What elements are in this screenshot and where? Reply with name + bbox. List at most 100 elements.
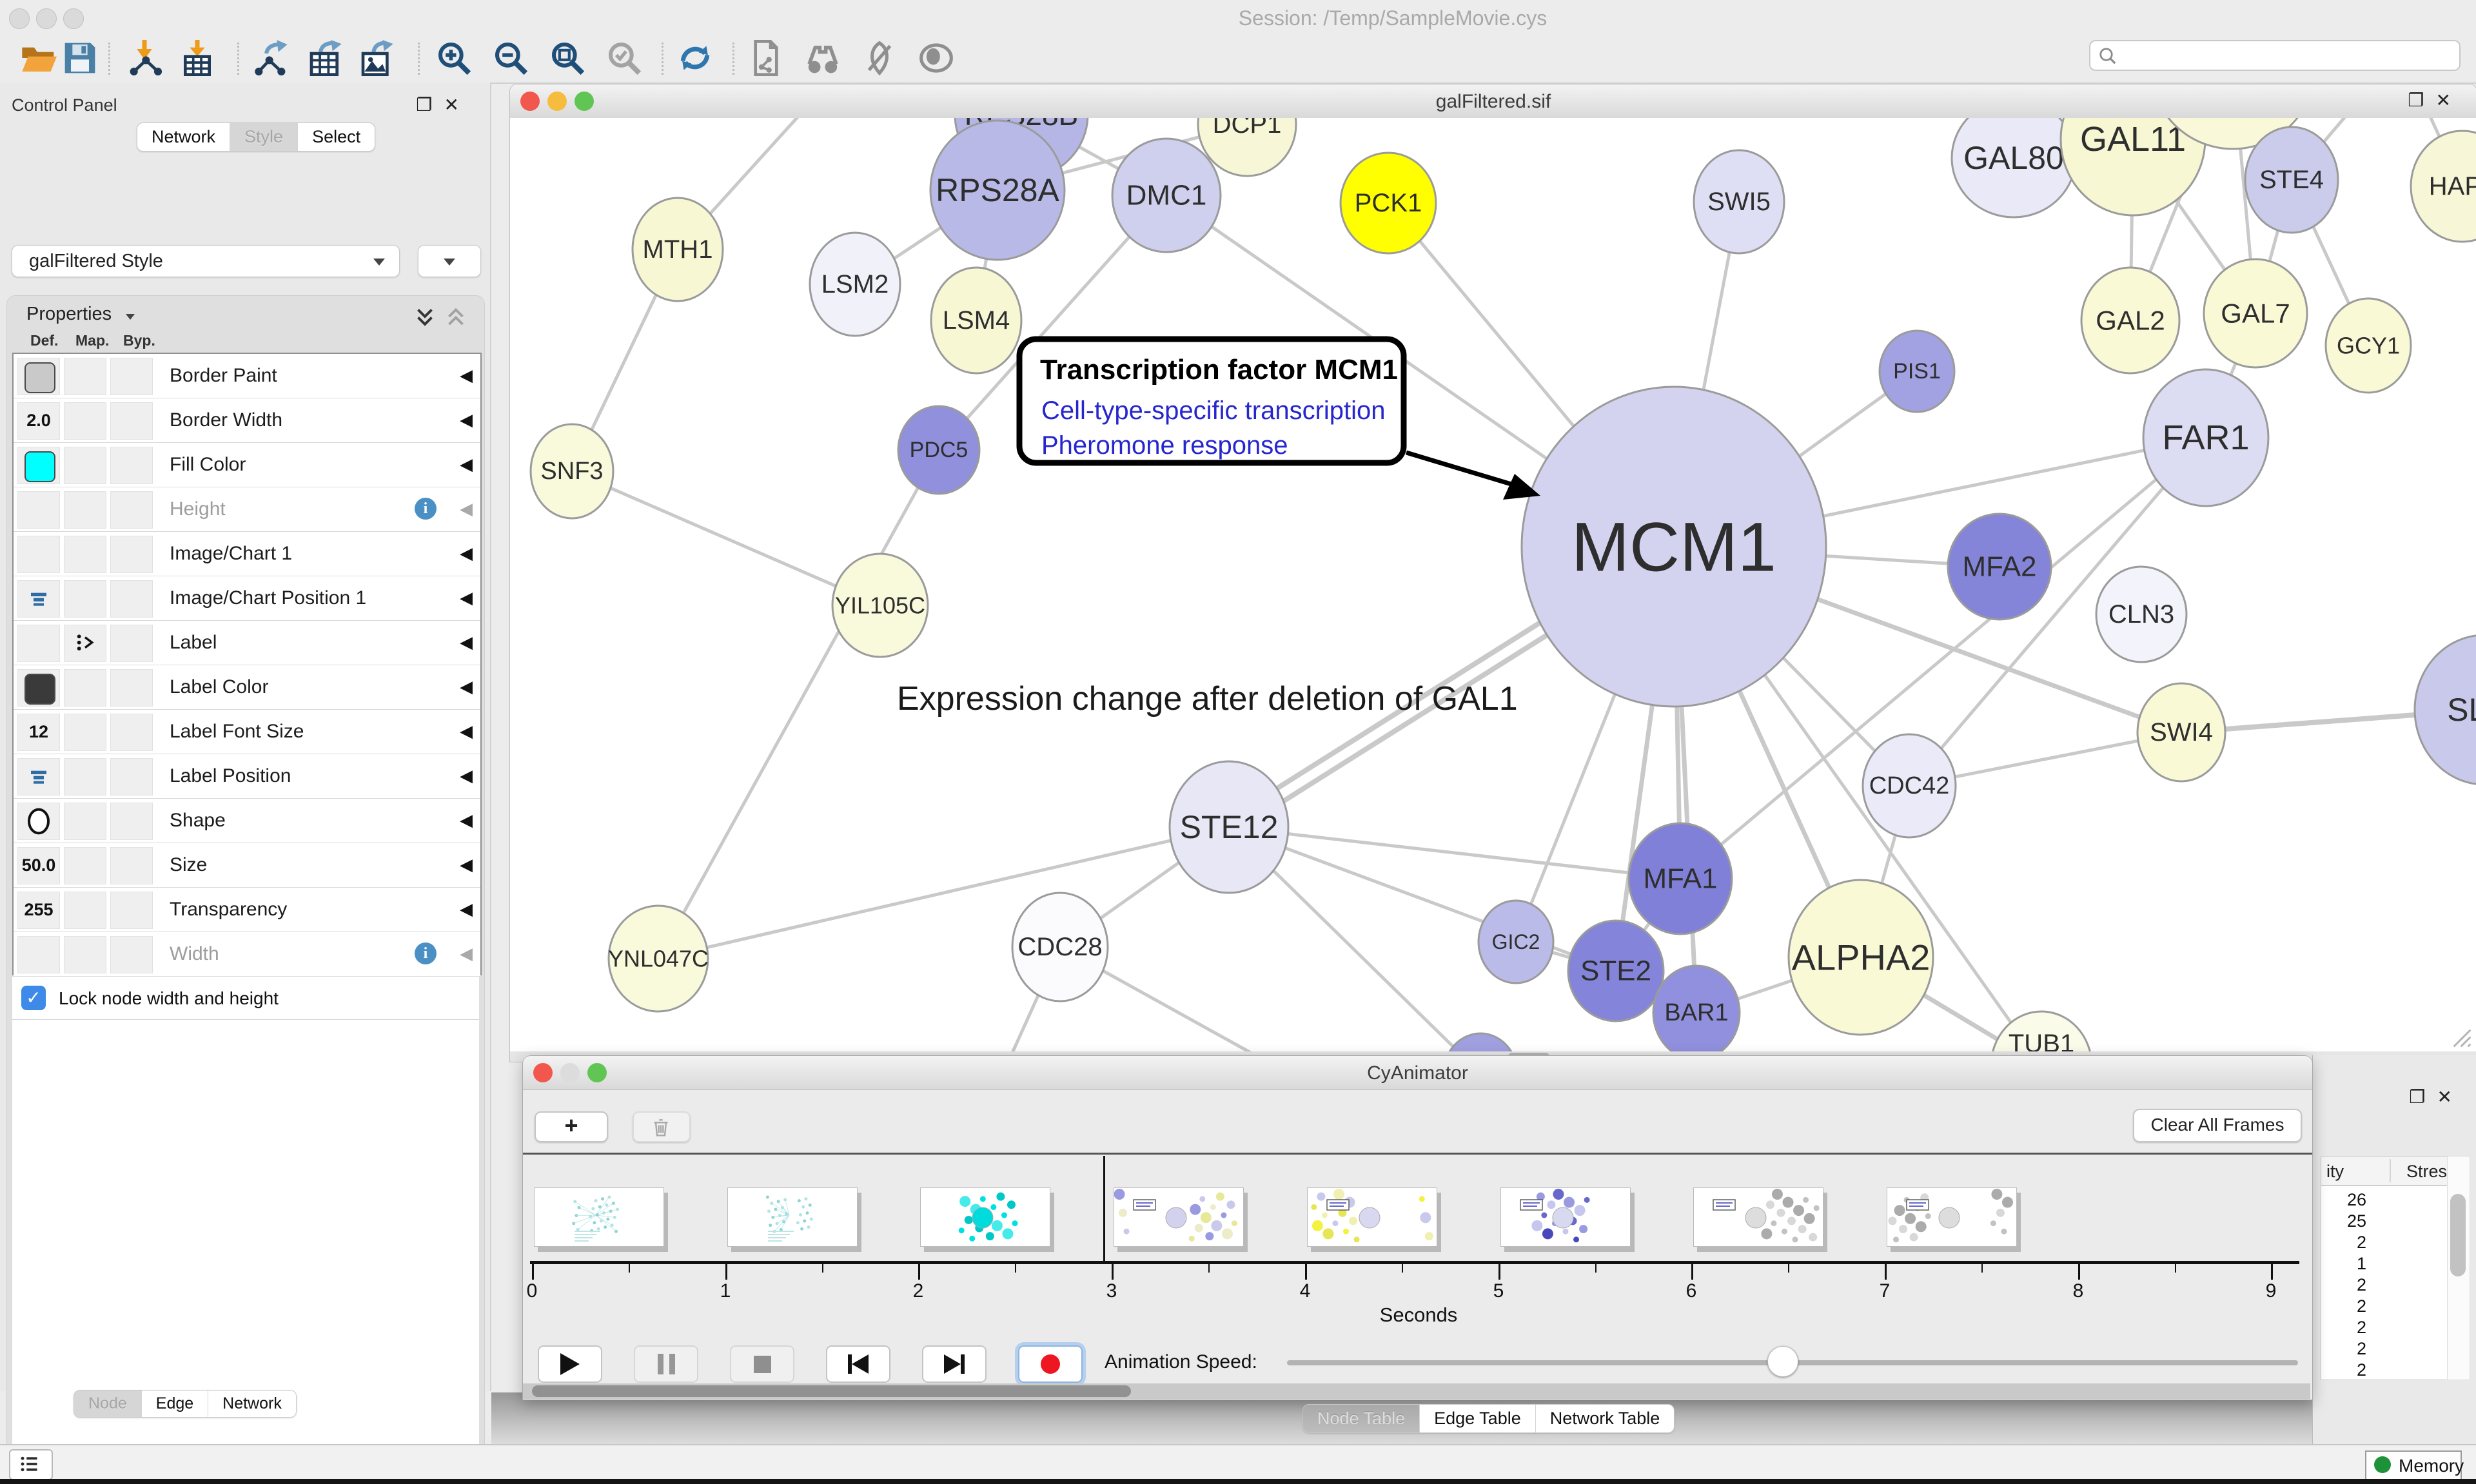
- resize-grip-icon[interactable]: [2444, 1020, 2473, 1049]
- close-panel-icon[interactable]: ✕: [444, 95, 471, 115]
- mapping-cell[interactable]: [64, 625, 106, 662]
- property-row[interactable]: Label Color◀: [14, 665, 480, 710]
- bypass-cell[interactable]: [110, 447, 153, 484]
- mapping-cell[interactable]: [64, 892, 106, 929]
- table-cell-value[interactable]: 25: [2325, 1211, 2366, 1231]
- add-frame-button[interactable]: +: [535, 1111, 608, 1142]
- bypass-cell[interactable]: [110, 402, 153, 440]
- zoom-window-icon[interactable]: [63, 8, 84, 29]
- bypass-cell[interactable]: [110, 536, 153, 573]
- play-button[interactable]: [538, 1345, 602, 1383]
- property-row[interactable]: Widthi◀: [14, 932, 480, 977]
- default-value-cell[interactable]: [17, 491, 60, 529]
- clear-all-frames-button[interactable]: Clear All Frames: [2133, 1109, 2302, 1142]
- expand-row-arrow[interactable]: ◀: [460, 588, 473, 608]
- lock-size-checkbox[interactable]: ✓: [21, 986, 46, 1010]
- table-cell-value[interactable]: 2: [2325, 1360, 2366, 1380]
- table-cell-value[interactable]: 2: [2325, 1296, 2366, 1316]
- expand-row-arrow[interactable]: ◀: [460, 899, 473, 919]
- bypass-cell[interactable]: [110, 936, 153, 973]
- property-row[interactable]: Heighti◀: [14, 487, 480, 532]
- bypass-cell[interactable]: [110, 580, 153, 618]
- close-table-icon[interactable]: ✕: [2437, 1087, 2464, 1107]
- expand-all-icon[interactable]: [413, 305, 437, 328]
- frame-thumbnail[interactable]: [1500, 1187, 1631, 1247]
- column-header[interactable]: ity: [2326, 1162, 2344, 1182]
- frame-thumbnail[interactable]: [534, 1187, 664, 1247]
- expand-row-arrow[interactable]: ◀: [460, 366, 473, 386]
- mapping-cell[interactable]: [64, 580, 106, 618]
- mapping-cell[interactable]: [64, 358, 106, 395]
- mapping-cell[interactable]: [64, 491, 106, 529]
- expand-row-arrow[interactable]: ◀: [460, 721, 473, 741]
- scrollbar-thumb[interactable]: [532, 1385, 1131, 1397]
- expand-row-arrow[interactable]: ◀: [460, 855, 473, 875]
- annotation-link[interactable]: Cell-type-specific transcription: [1041, 396, 1386, 425]
- frame-thumbnail[interactable]: [1307, 1187, 1437, 1247]
- property-row[interactable]: 50.0Size◀: [14, 843, 480, 888]
- zoom-fit-icon[interactable]: [549, 40, 585, 76]
- cyanimator-hscrollbar[interactable]: [523, 1383, 2310, 1399]
- network-graph[interactable]: RPS28BDCP1RPS28ADMC1PCK1MTH1LSM2LSM4SWI5…: [510, 118, 2476, 1051]
- record-button[interactable]: [1018, 1345, 1083, 1383]
- close-window-icon[interactable]: [9, 8, 30, 29]
- skip-end-button[interactable]: [922, 1345, 987, 1383]
- network-canvas[interactable]: RPS28BDCP1RPS28ADMC1PCK1MTH1LSM2LSM4SWI5…: [510, 118, 2476, 1051]
- refresh-layout-icon[interactable]: [677, 40, 713, 76]
- default-value-cell[interactable]: [17, 625, 60, 662]
- hide-annotations-icon[interactable]: [861, 40, 898, 76]
- zoom-in-icon[interactable]: [436, 40, 472, 76]
- canvas-text-annotation[interactable]: Expression change after deletion of GAL1: [897, 680, 1518, 718]
- table-cell-value[interactable]: 1: [2325, 1254, 2366, 1274]
- tab-edge[interactable]: Edge: [142, 1391, 208, 1417]
- export-network-icon[interactable]: [253, 40, 289, 76]
- properties-header[interactable]: Properties: [26, 304, 135, 325]
- collapse-all-icon[interactable]: [444, 305, 467, 328]
- bypass-cell[interactable]: [110, 669, 153, 707]
- expand-row-arrow[interactable]: ◀: [460, 454, 473, 474]
- default-value-cell[interactable]: [17, 358, 60, 395]
- expand-row-arrow[interactable]: ◀: [460, 499, 473, 519]
- frame-thumbnail[interactable]: [727, 1187, 858, 1247]
- bypass-cell[interactable]: [110, 491, 153, 529]
- table-cell-value[interactable]: 2: [2325, 1318, 2366, 1338]
- bypass-cell[interactable]: [110, 714, 153, 751]
- search-box[interactable]: [2089, 40, 2461, 71]
- mapping-cell[interactable]: [64, 536, 106, 573]
- default-value-cell[interactable]: [17, 803, 60, 840]
- property-row[interactable]: Image/Chart 1◀: [14, 532, 480, 576]
- table-cell-value[interactable]: 2: [2325, 1339, 2366, 1359]
- expand-row-arrow[interactable]: ◀: [460, 810, 473, 830]
- save-session-icon[interactable]: [62, 40, 98, 76]
- mapping-cell[interactable]: [64, 402, 106, 440]
- mapping-cell[interactable]: [64, 669, 106, 707]
- column-header[interactable]: Stres: [2406, 1162, 2447, 1182]
- delete-frame-button[interactable]: [633, 1111, 691, 1142]
- default-value-cell[interactable]: [17, 936, 60, 973]
- table-cell-value[interactable]: 2: [2325, 1233, 2366, 1253]
- float-panel-icon[interactable]: ❐: [416, 95, 444, 115]
- frame-thumbnail[interactable]: [1693, 1187, 1823, 1247]
- default-value-cell[interactable]: 2.0: [17, 402, 60, 440]
- mapping-cell[interactable]: [64, 847, 106, 884]
- bypass-cell[interactable]: [110, 625, 153, 662]
- tab-style[interactable]: Style: [230, 123, 298, 151]
- tab-network[interactable]: Network: [137, 123, 230, 151]
- mapping-cell[interactable]: [64, 447, 106, 484]
- property-row[interactable]: Shape◀: [14, 799, 480, 843]
- property-row[interactable]: Image/Chart Position 1◀: [14, 576, 480, 621]
- style-options-button[interactable]: [418, 245, 481, 277]
- memory-button[interactable]: Memory: [2365, 1450, 2462, 1480]
- cyanimator-titlebar[interactable]: CyAnimator: [523, 1056, 2312, 1090]
- property-row[interactable]: 255Transparency◀: [14, 888, 480, 932]
- import-network-icon[interactable]: [126, 40, 162, 76]
- expand-row-arrow[interactable]: ◀: [460, 632, 473, 652]
- task-history-button[interactable]: [9, 1449, 53, 1480]
- tab-node-table[interactable]: Node Table: [1303, 1405, 1420, 1432]
- default-value-cell[interactable]: 50.0: [17, 847, 60, 884]
- show-graphics-eye-icon[interactable]: [918, 40, 954, 76]
- annotation-link[interactable]: Pheromone response: [1041, 431, 1288, 460]
- export-image-icon[interactable]: [359, 40, 395, 76]
- pause-button[interactable]: [634, 1345, 698, 1383]
- network-document-icon[interactable]: [748, 40, 784, 76]
